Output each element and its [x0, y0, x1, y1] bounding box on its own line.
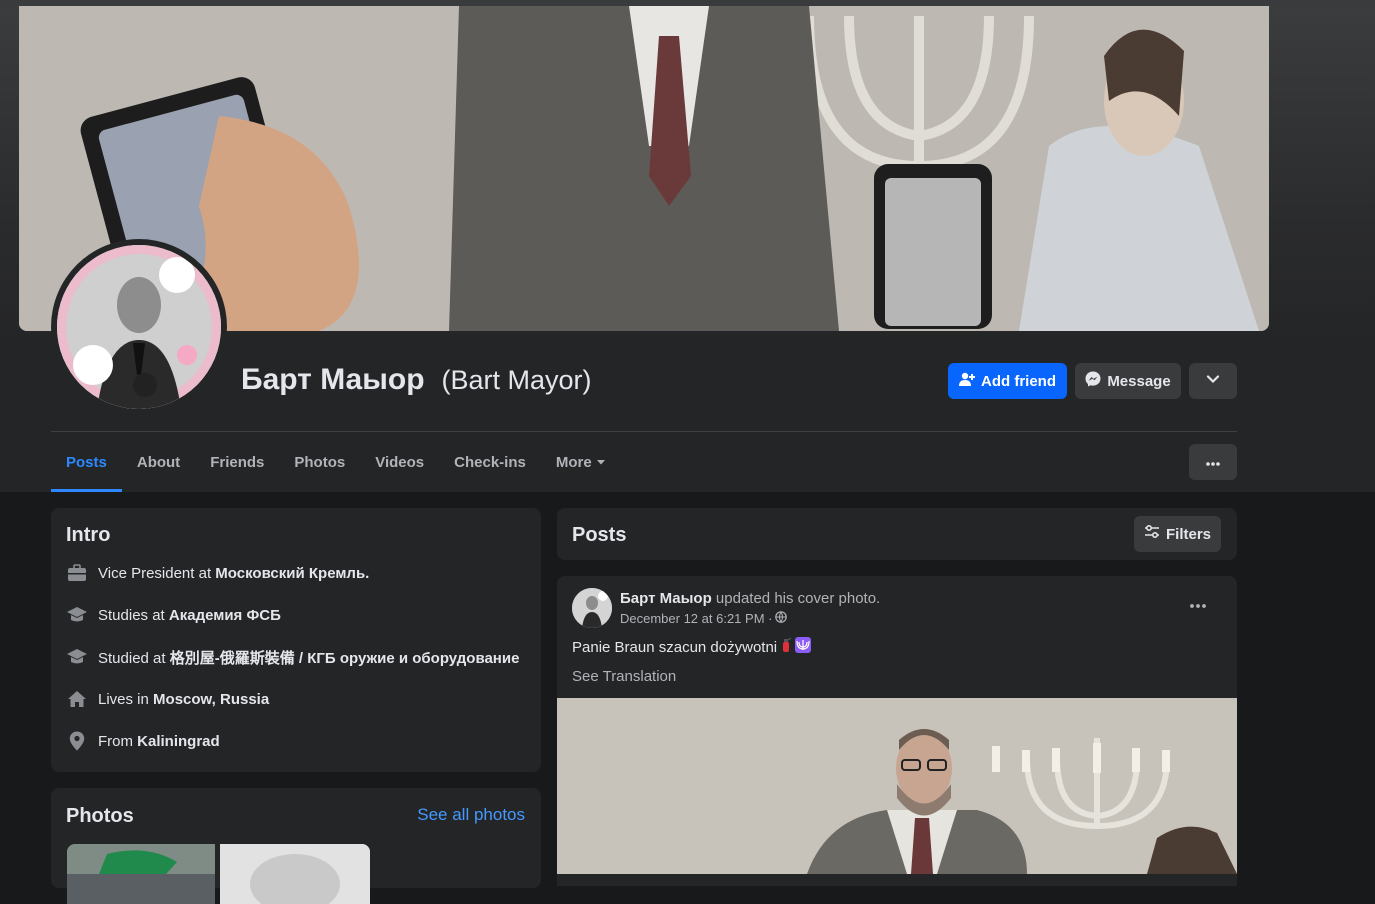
tab-check-ins-label: Check-ins	[454, 453, 526, 471]
see-all-photos-link[interactable]: See all photos	[417, 805, 525, 825]
post-timestamp[interactable]: December 12 at 6:21 PM ·	[620, 611, 772, 626]
intro-item-from: From Kaliningrad	[66, 730, 220, 752]
see-translation-link[interactable]: See Translation	[572, 668, 676, 685]
tab-check-ins[interactable]: Check-ins	[439, 432, 541, 492]
post-meta: December 12 at 6:21 PM ·	[620, 611, 788, 626]
profile-alternate-name: (Bart Mayor)	[441, 365, 592, 395]
post-text-row: Panie Braun szacun dożywotni	[572, 637, 812, 657]
post-options-button[interactable]	[1189, 596, 1207, 614]
tab-videos[interactable]: Videos	[360, 432, 439, 492]
post-photo	[557, 698, 1237, 874]
intro-title: Intro	[66, 524, 111, 546]
intro-from-prefix: From	[98, 732, 138, 750]
photos-title: Photos	[66, 805, 134, 827]
tab-friends-label: Friends	[210, 453, 265, 471]
graduation-cap-icon	[66, 646, 88, 668]
filters-label: Filters	[1165, 525, 1211, 543]
chevron-down-icon	[1206, 372, 1220, 390]
post-author-avatar[interactable]	[572, 588, 612, 628]
tab-more-label: More	[555, 453, 592, 471]
more-dots-icon	[1205, 454, 1221, 471]
posts-header-card: Posts Filters	[557, 508, 1237, 560]
tab-photos-label: Photos	[294, 453, 346, 471]
posts-title: Posts	[572, 524, 627, 546]
intro-studied-prefix: Studied at	[98, 649, 170, 667]
intro-studies-value[interactable]: Академия ФСБ	[169, 607, 281, 624]
message-label: Message	[1107, 372, 1171, 390]
intro-item-work: Vice President at Московский Кремль.	[66, 562, 369, 584]
more-dots-icon	[1189, 596, 1207, 613]
profile-avatar[interactable]	[51, 239, 227, 415]
avatar	[57, 245, 221, 409]
caret-down-icon	[596, 454, 606, 471]
photo-thumbnail[interactable]	[67, 844, 215, 904]
intro-lives-value[interactable]: Moscow, Russia	[153, 691, 269, 708]
menorah-icon	[795, 637, 812, 657]
graduation-cap-icon	[66, 604, 88, 626]
intro-item-studied: Studied at 格別屋-俄羅斯裝備 / КГБ оружие и обор…	[66, 646, 519, 668]
filters-button[interactable]: Filters	[1134, 516, 1221, 552]
post-header-line: Барт Маыор updated his cover photo.	[620, 590, 880, 607]
photos-card: Photos See all photos	[51, 788, 541, 904]
messenger-icon	[1085, 371, 1101, 391]
tab-friends[interactable]: Friends	[195, 432, 279, 492]
tab-videos-label: Videos	[375, 453, 425, 471]
tab-about-label: About	[136, 453, 181, 471]
intro-lives-prefix: Lives in	[98, 690, 154, 708]
profile-tabs: Posts About Friends Photos Videos Check-…	[51, 432, 621, 492]
profile-options-button[interactable]	[1189, 444, 1237, 480]
photo-thumbnail[interactable]	[220, 844, 370, 904]
tab-about[interactable]: About	[122, 432, 195, 492]
tab-more[interactable]: More	[541, 432, 621, 492]
avatar-image	[57, 245, 221, 409]
post-text: Panie Braun szacun dożywotni	[572, 638, 778, 656]
profile-name-row: Барт Маыор (Bart Mayor)	[241, 363, 592, 397]
tab-posts-label: Posts	[66, 453, 107, 471]
add-friend-button[interactable]: Add friend	[948, 363, 1067, 399]
intro-item-lives: Lives in Moscow, Russia	[66, 688, 269, 710]
home-icon	[66, 688, 88, 710]
fire-extinguisher-icon	[780, 637, 792, 657]
intro-work-prefix: Vice President at	[98, 564, 216, 582]
intro-studies-prefix: Studies at	[98, 606, 169, 624]
intro-studied-value[interactable]: 格別屋-俄羅斯裝備 / КГБ оружие и оборудование	[170, 650, 520, 667]
globe-icon	[775, 611, 788, 626]
intro-card: Intro Vice President at Московский Кремл…	[51, 508, 541, 772]
tab-posts[interactable]: Posts	[51, 432, 122, 492]
post-author-name[interactable]: Барт Маыор	[620, 590, 712, 607]
intro-work-value[interactable]: Московский Кремль.	[215, 565, 369, 582]
add-friend-label: Add friend	[981, 372, 1056, 390]
post-image[interactable]	[557, 698, 1237, 874]
filters-icon	[1144, 524, 1160, 543]
message-button[interactable]: Message	[1075, 363, 1181, 399]
add-person-icon	[959, 371, 975, 391]
tab-photos[interactable]: Photos	[279, 432, 360, 492]
intro-item-studies: Studies at Академия ФСБ	[66, 604, 281, 626]
intro-from-value[interactable]: Kaliningrad	[137, 733, 220, 750]
post-action-text: updated his cover photo.	[711, 590, 881, 607]
briefcase-icon	[66, 562, 88, 584]
profile-name: Барт Маыор	[241, 363, 425, 396]
profile-more-dropdown-button[interactable]	[1189, 363, 1237, 399]
location-pin-icon	[66, 730, 88, 752]
